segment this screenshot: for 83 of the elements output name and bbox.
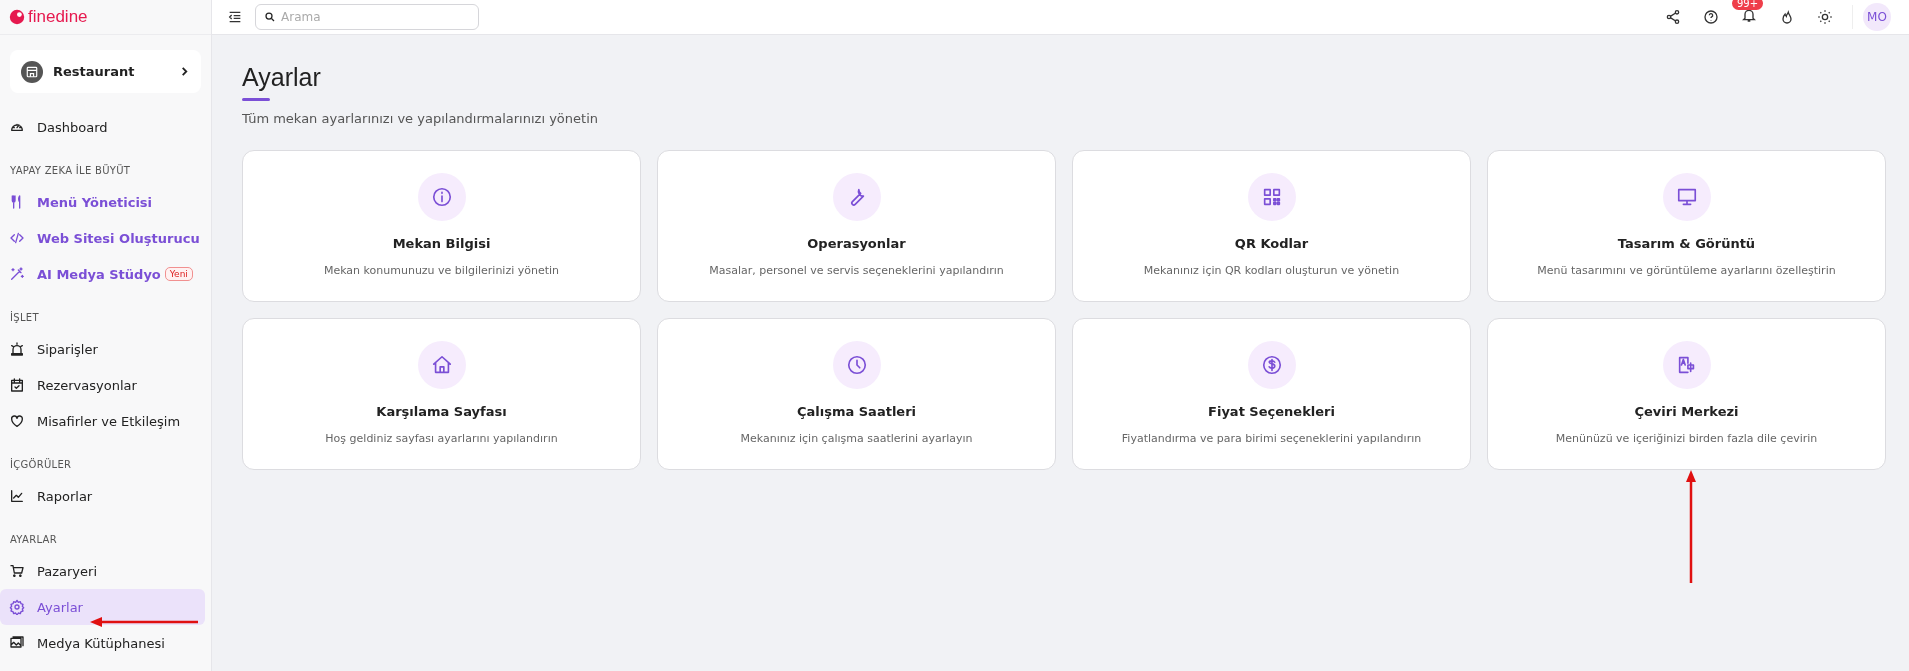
settings-card[interactable]: Operasyonlar Masalar, personel ve servis seçeneklerini yapılandırın [657,150,1056,302]
sidebar-item-label: AI Medya Stüdyo [37,266,161,282]
sidebar-item-label: Medya Kütüphanesi [37,635,165,651]
sidebar-item-label: Misafirler ve Etkileşim [37,413,181,429]
sidebar-item[interactable]: Dashboard [0,109,205,145]
settings-card[interactable]: Mekan Bilgisi Mekan konumunuzu ve bilgilerinizi yönetin [242,150,641,302]
magic-wand-icon [9,266,25,282]
code-icon [9,230,25,246]
user-avatar[interactable]: MO [1863,3,1891,31]
sidebar-item-label: Web Sitesi Oluşturucu [37,230,200,246]
logo-circle-icon [9,9,25,25]
section-heading: YAPAY ZEKA İLE BÜYÜT [9,163,132,178]
venue-selector[interactable]: Restaurant [10,50,201,93]
settings-card[interactable]: Çalışma Saatleri Mekanınız için çalışma saatlerini ayarlayın [657,318,1056,470]
page-subtitle: Tüm mekan ayarlarınızı ve yapılandırmalarınızı yönetin [242,111,599,126]
sidebar-item[interactable]: Menü Yöneticisi [0,184,205,220]
notification-badge: 99+ [1732,0,1764,10]
settings-card[interactable]: QR Kodlar Mekanınız için QR kodları oluşturun ve yönetin [1072,150,1471,302]
chevron-right-icon [180,67,189,76]
page-title: Ayarlar [242,63,322,92]
new-badge: Yeni [164,267,193,281]
dollar-icon [1260,354,1283,376]
share-icon[interactable] [1665,9,1681,25]
sidebar-item-label: Siparişler [37,341,98,357]
card-description: Mekanınız için çalışma saatlerini ayarlayın [740,432,973,445]
card-description: Fiyatlandırma ve para birimi seçeneklerini yapılandırın [1121,432,1422,445]
sidebar-item-label: Ayarlar [37,599,83,615]
home-icon [430,354,453,376]
card-description: Masalar, personel ve servis seçeneklerini yapılandırın [709,264,1004,277]
card-title: Tasarım & Görüntü [1617,236,1756,251]
sidebar-item-label: Raporlar [37,488,93,504]
card-description: Mekanınız için QR kodları oluşturun ve yönetin [1143,264,1400,277]
heart-icon [9,413,25,429]
card-title: Karşılama Sayfası [376,404,507,419]
sidebar-item-label: Pazaryeri [37,563,97,579]
sidebar-item[interactable]: Medya Kütüphanesi [0,625,205,661]
settings-card[interactable]: Karşılama Sayfası Hoş geldiniz sayfası ayarlarını yapılandırın [242,318,641,470]
sidebar-item-label: Menü Yöneticisi [37,194,153,210]
settings-card[interactable]: Çeviri Merkezi Menünüzü ve içeriğinizi birden fazla dile çevirin [1487,318,1886,470]
menu-icon[interactable] [227,9,243,25]
section-heading: AYARLAR [9,533,58,547]
clock-icon [845,354,868,376]
sidebar-item[interactable]: Ayarlar [0,589,205,625]
search-icon [264,11,276,23]
search-field[interactable]: Arama [255,4,479,30]
card-title: Mekan Bilgisi [392,236,491,251]
finedine-logo[interactable]: finedine [0,0,211,35]
monitor-icon [1675,186,1698,208]
flame-icon[interactable] [1779,9,1795,25]
sun-icon[interactable] [1817,9,1833,25]
settings-card[interactable]: Tasarım & Görüntü Menü tasarımını ve görüntüleme ayarlarını özelleştirin [1487,150,1886,302]
sidebar-item-label: Dashboard [37,119,108,135]
section-heading: İŞLET [9,310,40,325]
section-heading: İÇGÖRÜLER [9,457,73,472]
card-description: Menünüzü ve içeriğinizi birden fazla dile çevirin [1555,432,1818,445]
store-icon [21,60,43,83]
sidebar-item[interactable]: Pazaryeri [0,553,205,589]
help-icon[interactable] [1703,9,1719,25]
card-description: Hoş geldiniz sayfası ayarlarını yapılandırın [325,432,558,445]
info-icon [430,186,453,208]
card-description: Mekan konumunuzu ve bilgilerinizi yönetin [323,264,560,277]
sidebar-item[interactable]: Siparişler [0,331,205,367]
card-title: Çalışma Saatleri [796,404,917,419]
image-icon [9,635,25,651]
settings-card[interactable]: Fiyat Seçenekleri Fiyatlandırma ve para birimi seçeneklerini yapılandırın [1072,318,1471,470]
cart-icon [9,563,25,579]
card-title: Çeviri Merkezi [1634,404,1739,419]
sidebar-item[interactable]: Raporlar [0,478,205,514]
card-title: QR Kodlar [1234,236,1309,251]
settings-icon [9,599,25,615]
chart-icon [9,488,25,504]
sidebar-item[interactable]: AI Medya Stüdyo Yeni [0,256,205,292]
card-description: Menü tasarımını ve görüntüleme ayarlarını özelleştirin [1537,264,1836,277]
sidebar-item[interactable]: Web Sitesi Oluşturucu [0,220,205,256]
sidebar-item-label: Rezervasyonlar [37,377,137,393]
bell-icon[interactable] [1741,7,1757,23]
calendar-icon [9,377,25,393]
card-title: Operasyonlar [807,236,906,251]
card-title: Fiyat Seçenekleri [1208,404,1335,419]
sidebar-item[interactable]: Rezervasyonlar [0,367,205,403]
logo-text: finedine [28,7,88,27]
sidebar-item[interactable]: Misafirler ve Etkileşim [0,403,205,439]
alarm-icon [9,341,25,357]
